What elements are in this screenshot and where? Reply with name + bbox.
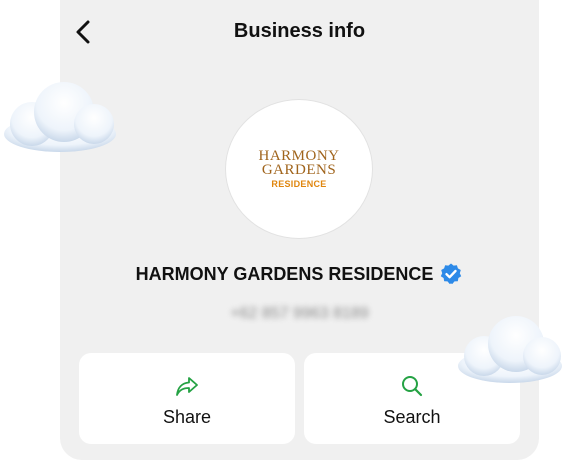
cloud-decoration-left: [4, 82, 116, 152]
logo-line-3: RESIDENCE: [271, 179, 327, 189]
share-label: Share: [162, 407, 212, 427]
share-icon: [176, 377, 198, 396]
business-info-card: Business info HARMONY GARDENS RESIDENCE …: [60, 0, 539, 460]
page-title: Business info: [233, 20, 366, 42]
logo-line-1: HARMONY: [258, 148, 340, 164]
business-name-row: HARMONY GARDENS RESIDENCE: [60, 262, 539, 286]
verified-badge-icon: [441, 263, 462, 284]
share-button[interactable]: Share: [79, 353, 295, 444]
business-logo: HARMONY GARDENS RESIDENCE: [226, 100, 372, 238]
business-name: HARMONY GARDENS RESIDENCE: [135, 263, 434, 284]
search-label: Search: [383, 407, 441, 427]
logo-line-2: GARDENS: [261, 162, 337, 178]
cloud-decoration-right: [458, 316, 562, 383]
search-icon: [402, 376, 423, 397]
